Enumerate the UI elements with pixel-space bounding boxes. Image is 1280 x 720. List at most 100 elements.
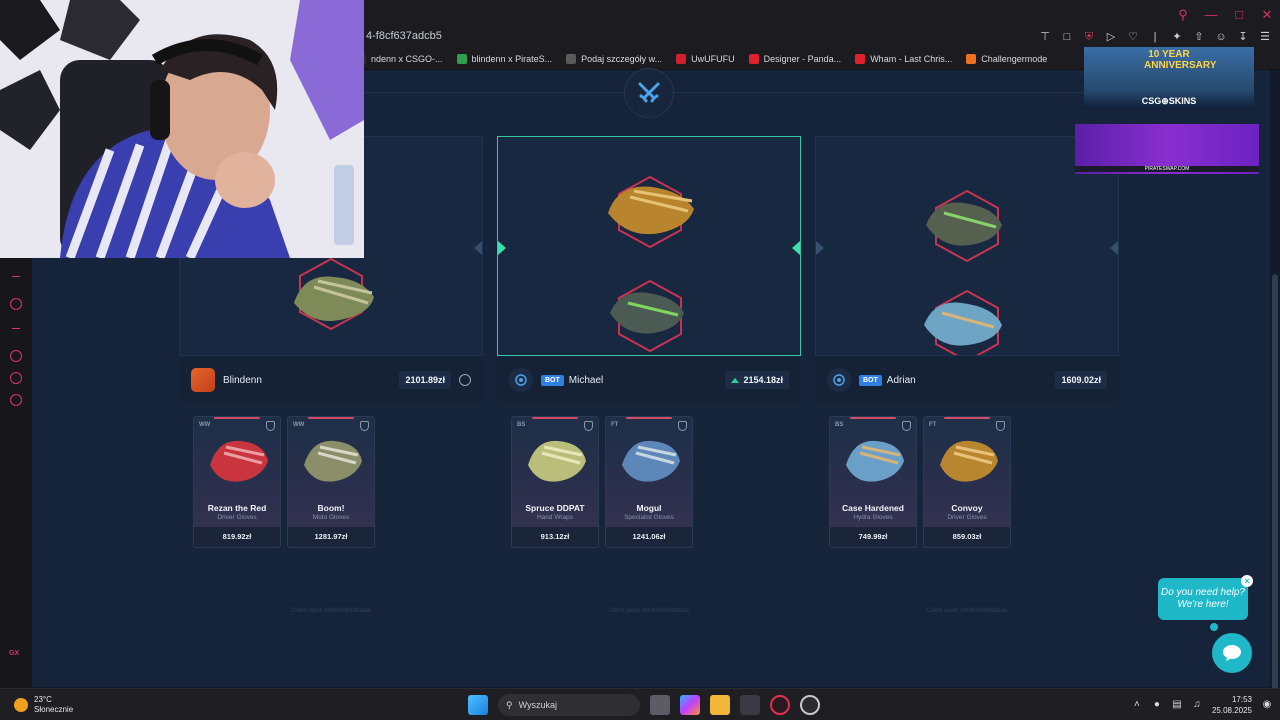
task-view-icon[interactable] xyxy=(650,695,670,715)
rarity-bar xyxy=(308,417,354,419)
bookmark-favicon-icon xyxy=(456,53,467,64)
glove-icon xyxy=(294,276,374,321)
network-icon[interactable]: ▤ xyxy=(1172,700,1182,710)
clock[interactable]: 17:53 25.08.2025 xyxy=(1212,694,1252,716)
client-seed: Client seed: ef4d0e994dfabae xyxy=(290,608,372,614)
opera-gx-icon[interactable] xyxy=(770,695,790,715)
search-icon[interactable]: ⚲ xyxy=(1176,8,1190,22)
scrollbar[interactable] xyxy=(1270,70,1280,720)
glove-icon xyxy=(846,440,904,482)
store-icon[interactable] xyxy=(740,695,760,715)
bookmark-favicon-icon xyxy=(748,53,759,64)
client-seed: Client seed: ef4d0e994dfabae xyxy=(926,608,1008,614)
copilot-icon[interactable] xyxy=(680,695,700,715)
address-bar-url[interactable]: 4-f8cf637adcb5 xyxy=(366,30,442,42)
weather-widget[interactable]: 23°C Słonecznie xyxy=(14,695,73,715)
player-header: BOT Michael 2154.18zł xyxy=(497,358,801,402)
item-condition: BS xyxy=(835,422,844,428)
taskbar-search[interactable]: ⚲ Wyszukaj xyxy=(498,694,640,716)
item-name: Spruce DDPAT xyxy=(525,503,585,513)
extensions-sidebar-icon[interactable] xyxy=(10,372,22,384)
chat-line-2: We're here! xyxy=(1177,599,1229,610)
pin-icon[interactable]: ⊤ xyxy=(1038,30,1052,44)
player-total: 2101.89zł xyxy=(399,371,451,389)
glove-icon xyxy=(940,440,998,482)
shield-icon[interactable]: ⛨ xyxy=(1082,30,1096,44)
player-name: Blindenn xyxy=(223,374,262,386)
notifications-icon[interactable]: ◉ xyxy=(1262,700,1272,710)
volume-icon[interactable]: ♫ xyxy=(1192,700,1202,710)
settings-icon[interactable] xyxy=(10,394,22,406)
header-divider xyxy=(362,92,1118,93)
item-card[interactable]: WW Boom! Moto Gloves 1281.97zł xyxy=(287,416,375,548)
reel-player-2 xyxy=(497,136,801,356)
item-name: Convoy xyxy=(951,503,983,513)
glove-icon xyxy=(210,440,268,482)
item-card[interactable]: WW Rezan the Red Driver Gloves 819.92zł xyxy=(193,416,281,548)
item-card[interactable]: BS Case Hardened Hydra Gloves 749.99zł xyxy=(829,416,917,548)
microphone-icon[interactable]: ● xyxy=(1152,700,1162,710)
avatar[interactable] xyxy=(191,368,215,392)
glove-icon xyxy=(924,302,1002,346)
snapshot-icon[interactable]: □ xyxy=(1060,30,1074,44)
download-icon[interactable]: ↧ xyxy=(1236,30,1250,44)
bookmark-item[interactable]: Designer - Panda... xyxy=(748,53,841,64)
separator-icon: | xyxy=(1153,31,1157,43)
share-icon[interactable]: ⇧ xyxy=(1192,30,1206,44)
minimize-icon[interactable]: — xyxy=(1204,8,1218,22)
bookmark-item[interactable]: ndenn x CSGO-... xyxy=(356,53,443,64)
shield-icon xyxy=(996,421,1005,431)
item-condition: WW xyxy=(199,422,211,428)
glove-icon xyxy=(926,202,1002,246)
screen: 4-f8cf637adcb5 ⚲ — □ ✕ ⊤ □ ⛨ ▷ ♡ | ✦ ⇧ ☺… xyxy=(0,0,1280,720)
ad-brand-text: PIRATESWAP.COM xyxy=(1075,166,1259,172)
crosshair-icon xyxy=(827,368,851,392)
bookmark-favicon-icon xyxy=(676,53,687,64)
player-total: 1609.02zł xyxy=(1055,371,1107,389)
player-total: 2154.18zł xyxy=(725,371,789,389)
item-condition: FT xyxy=(929,422,937,428)
bookmark-label: Podaj szczegóły w... xyxy=(581,53,663,64)
chat-open-button[interactable] xyxy=(1212,633,1252,673)
emoji-icon[interactable] xyxy=(459,374,471,386)
bookmark-item[interactable]: UwUFUFU xyxy=(676,53,735,64)
history-icon[interactable] xyxy=(10,350,22,362)
weather-temp: 23°C xyxy=(34,695,52,704)
extensions-icon[interactable]: ✦ xyxy=(1170,30,1184,44)
chat-close-icon[interactable]: × xyxy=(1241,575,1253,587)
bookmark-item[interactable]: blindenn x PirateS... xyxy=(456,53,552,64)
item-card[interactable]: BS Spruce DDPAT Hand Wraps 913.12zł xyxy=(511,416,599,548)
player-icon[interactable] xyxy=(10,298,22,310)
glove-icon xyxy=(622,440,680,482)
bookmark-item[interactable]: Podaj szczegóły w... xyxy=(566,53,663,64)
item-name: Mogul xyxy=(636,503,662,513)
close-icon[interactable]: ✕ xyxy=(1260,8,1274,22)
bookmark-item[interactable]: Wham - Last Chris... xyxy=(855,53,952,64)
search-icon: ⚲ xyxy=(506,699,513,710)
profile-icon[interactable]: ☺ xyxy=(1214,30,1228,44)
chevron-up-icon[interactable]: ˄ xyxy=(1132,700,1142,710)
file-explorer-icon[interactable] xyxy=(710,695,730,715)
glove-icon xyxy=(610,292,684,334)
clock-date: 25.08.2025 xyxy=(1211,706,1252,715)
start-icon[interactable] xyxy=(468,695,488,715)
item-card[interactable]: FT Convoy Driver Gloves 859.03zł xyxy=(923,416,1011,548)
heart-icon[interactable]: ♡ xyxy=(1126,30,1140,44)
item-price: 819.92zł xyxy=(194,527,280,547)
csgoskins-ad-banner[interactable]: 10 YEAR ANNIVERSARY CSG⊕SKINS xyxy=(1084,47,1254,109)
bookmark-label: UwUFUFU xyxy=(691,53,735,64)
bookmark-item[interactable]: Challengermode xyxy=(966,53,1047,64)
shield-icon xyxy=(360,421,369,431)
item-condition: FT xyxy=(611,422,619,428)
shield-icon xyxy=(902,421,911,431)
item-card[interactable]: FT Mogul Specialist Gloves 1241.06zł xyxy=(605,416,693,548)
pirateswap-ad-banner[interactable]: PIRATESWAP.COM xyxy=(1075,124,1259,174)
menu-icon[interactable]: ☰ xyxy=(1258,30,1272,44)
maximize-icon[interactable]: □ xyxy=(1232,8,1246,22)
chat-help-bubble[interactable]: Do you need help? We're here! xyxy=(1158,578,1248,620)
item-price: 913.12zł xyxy=(512,527,598,547)
scrollbar-thumb[interactable] xyxy=(1272,274,1278,720)
reel-player-3 xyxy=(815,136,1119,356)
play-icon[interactable]: ▷ xyxy=(1104,30,1118,44)
steam-icon[interactable] xyxy=(800,695,820,715)
